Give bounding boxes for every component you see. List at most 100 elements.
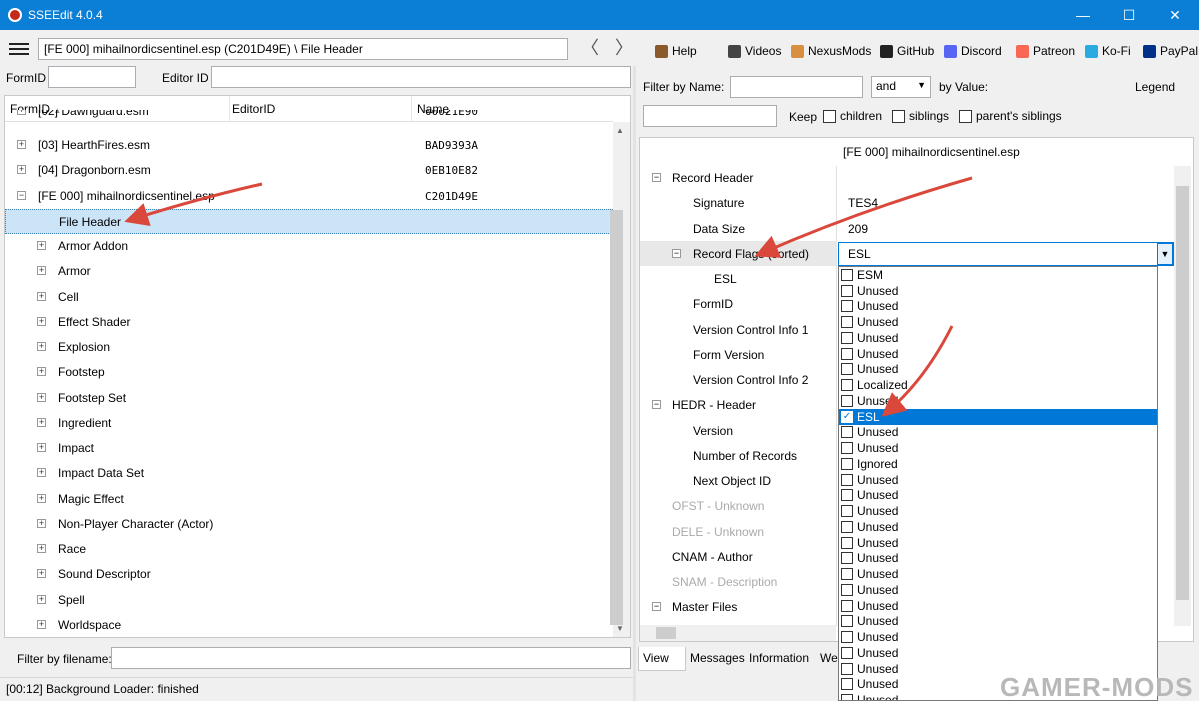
flag-item[interactable]: ESM [839, 267, 1157, 283]
keep-parent-siblings-checkbox[interactable]: parent's siblings [959, 109, 1062, 123]
expand-icon[interactable]: + [17, 140, 26, 149]
view-row[interactable]: Version Control Info 1 [640, 317, 837, 342]
view-row[interactable]: − Record Header [640, 165, 837, 190]
checkbox-icon[interactable] [841, 646, 853, 659]
keep-children-checkbox[interactable]: children [823, 109, 882, 123]
flag-item[interactable]: Unused [839, 566, 1157, 582]
flag-item[interactable]: Unused [839, 629, 1157, 645]
tree-row[interactable]: File Header [5, 208, 613, 234]
tab-messages[interactable]: Messages [690, 651, 745, 665]
flag-item[interactable]: Unused [839, 582, 1157, 598]
keep-siblings-checkbox[interactable]: siblings [892, 109, 949, 123]
view-row[interactable]: − Record Flags (sorted) [640, 240, 837, 266]
filter-value-input[interactable] [643, 105, 777, 127]
tree-row[interactable]: + Worldspace [5, 613, 613, 637]
expand-icon[interactable]: + [37, 569, 46, 579]
view-row[interactable]: SNAM - Description [640, 569, 837, 594]
menu-icon[interactable] [9, 43, 29, 57]
view-row[interactable]: FormID [640, 291, 837, 316]
checkbox-icon[interactable] [841, 473, 853, 486]
collapse-icon[interactable]: − [672, 248, 681, 258]
collapse-icon[interactable]: − [17, 190, 26, 200]
expand-icon[interactable]: + [37, 291, 46, 301]
expand-icon[interactable]: + [37, 468, 46, 478]
and-select[interactable]: and ▼ [871, 76, 931, 98]
close-button[interactable]: ✕ [1152, 0, 1198, 30]
expand-icon[interactable]: + [37, 266, 46, 276]
view-row[interactable]: Number of Records [640, 443, 837, 468]
flag-item[interactable]: Ignored [839, 456, 1157, 472]
checkbox-icon[interactable] [841, 536, 853, 549]
view-row-value[interactable]: 209 [848, 222, 868, 236]
flag-item[interactable]: Unused [839, 503, 1157, 519]
checkbox-icon[interactable] [841, 615, 853, 628]
view-row[interactable]: Version Control Info 2 [640, 367, 837, 392]
checkbox-icon[interactable] [841, 662, 853, 675]
view-row[interactable]: − Master Files [640, 594, 837, 619]
checkbox-icon[interactable] [841, 442, 853, 455]
tree-row[interactable]: + Impact [5, 436, 613, 461]
minimize-button[interactable]: — [1060, 0, 1106, 30]
view-row[interactable]: OFST - Unknown [640, 493, 837, 518]
checkbox-icon[interactable] [841, 347, 853, 360]
scroll-up-icon[interactable]: ▲ [616, 126, 624, 135]
flag-item[interactable]: Unused [839, 535, 1157, 551]
flag-item[interactable]: Unused [839, 598, 1157, 614]
checkbox-icon[interactable] [841, 300, 853, 313]
tree-row[interactable]: + [04] Dragonborn.esm 0EB10E82 [5, 158, 613, 183]
tree-row[interactable]: + Footstep [5, 360, 613, 385]
flag-item[interactable]: ✓ ESL [839, 408, 1157, 425]
checkbox-icon[interactable] [841, 583, 853, 596]
tree-row[interactable]: + Ingredient [5, 411, 613, 436]
flag-item[interactable]: Unused [839, 551, 1157, 567]
tree-row[interactable]: + [03] HearthFires.esm BAD9393A [5, 133, 613, 158]
toolbar-link-discord[interactable]: Discord [944, 42, 1002, 60]
view-row[interactable]: ESL [640, 266, 837, 291]
view-row[interactable]: CNAM - Author [640, 544, 837, 569]
view-row[interactable]: Next Object ID [640, 468, 837, 493]
flag-item[interactable]: Unused [839, 614, 1157, 630]
tree-row[interactable]: + [02] Dawnguard.esm 00021E90 [5, 110, 613, 122]
collapse-icon[interactable]: − [652, 400, 661, 410]
toolbar-link-github[interactable]: GitHub [880, 42, 934, 60]
forward-button[interactable]: 〉 [612, 38, 636, 60]
panel-splitter[interactable] [633, 66, 636, 701]
expand-icon[interactable]: + [37, 619, 46, 629]
tree-row[interactable]: − [FE 000] mihailnordicsentinel.esp C201D4… [5, 184, 613, 209]
path-field[interactable]: [FE 000] mihailnordicsentinel.esp (C201D… [38, 38, 568, 60]
checkbox-icon[interactable] [841, 394, 853, 407]
legend-button[interactable]: Legend [1135, 80, 1175, 94]
checkbox-icon[interactable] [841, 426, 853, 439]
toolbar-link-paypal[interactable]: PayPal [1143, 42, 1198, 60]
view-row[interactable]: − HEDR - Header [640, 392, 837, 417]
flag-item[interactable]: Localized [839, 377, 1157, 393]
flag-item[interactable]: Unused [839, 283, 1157, 299]
tree-row[interactable]: + Spell [5, 588, 613, 613]
expand-icon[interactable]: + [37, 392, 46, 402]
tree-row[interactable]: + Impact Data Set [5, 461, 613, 486]
checkbox-icon[interactable] [841, 457, 853, 470]
checkbox-icon[interactable] [841, 268, 853, 281]
checkbox-icon[interactable] [841, 379, 853, 392]
expand-icon[interactable]: + [37, 417, 46, 427]
flag-item[interactable]: Unused [839, 314, 1157, 330]
expand-icon[interactable]: + [37, 544, 46, 553]
tree-row[interactable]: + Magic Effect [5, 487, 613, 512]
view-row[interactable]: Version [640, 418, 837, 443]
tree-row[interactable]: + Explosion [5, 335, 613, 360]
checkbox-icon[interactable] [841, 316, 853, 329]
chevron-down-icon[interactable]: ▼ [1157, 243, 1173, 265]
toolbar-link-videos[interactable]: Videos [728, 42, 781, 60]
toolbar-link-help[interactable]: Help [655, 42, 697, 60]
tab-information[interactable]: Information [749, 651, 809, 665]
checkbox-icon[interactable] [841, 552, 853, 565]
expand-icon[interactable]: + [37, 342, 46, 351]
flag-item[interactable]: Unused [839, 440, 1157, 456]
back-button[interactable]: 〈 [578, 38, 602, 60]
flag-item[interactable]: Unused [839, 346, 1157, 362]
toolbar-link-ko-fi[interactable]: Ko-Fi [1085, 42, 1131, 60]
checkbox-icon[interactable] [841, 520, 853, 533]
checkbox-icon[interactable] [841, 568, 853, 581]
view-hscroll-thumb[interactable] [656, 627, 676, 639]
toolbar-link-nexusmods[interactable]: NexusMods [791, 42, 871, 60]
